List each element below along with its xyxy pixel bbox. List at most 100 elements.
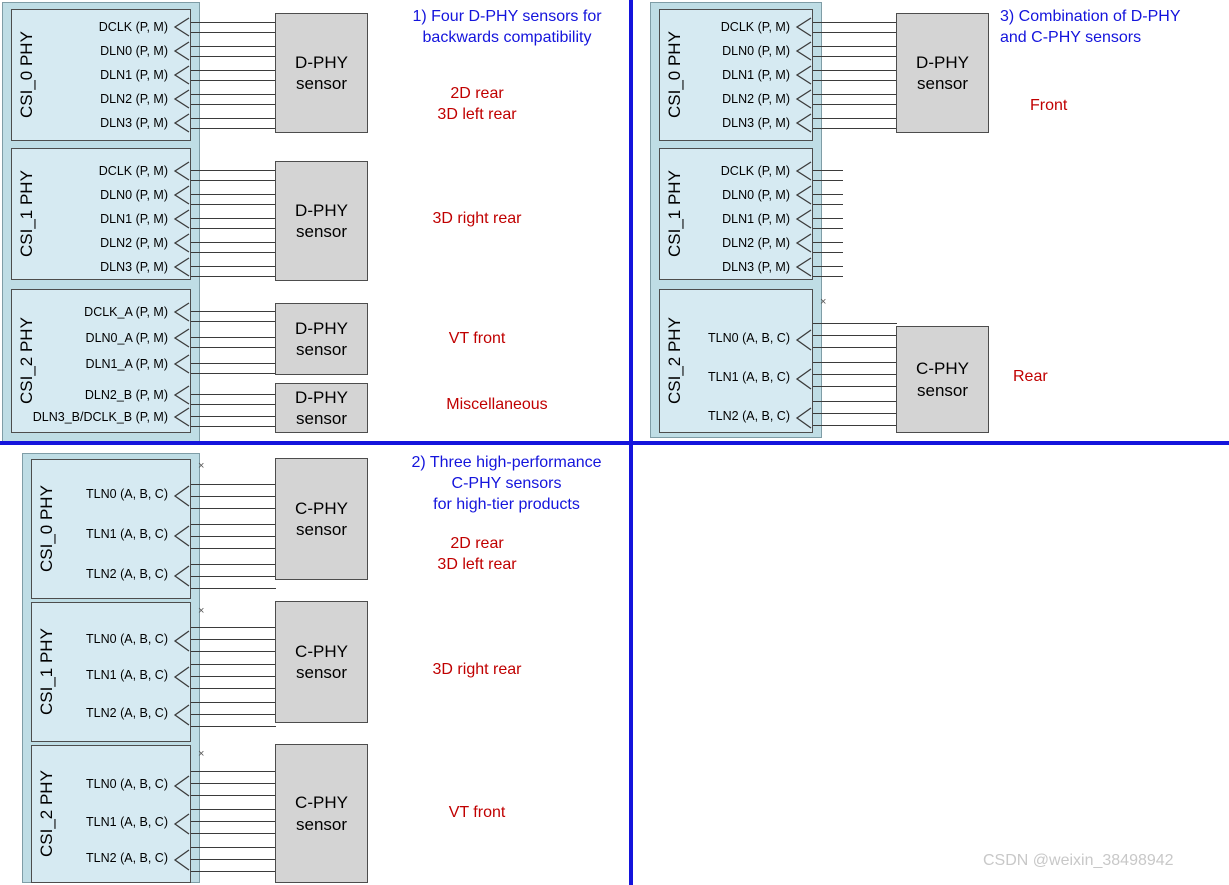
port-label: TLN1 (A, B, C)	[86, 526, 168, 541]
port-arrow-icon	[172, 160, 190, 182]
port-label: TLN1 (A, B, C)	[86, 667, 168, 682]
sensor-box-dphy[interactable]: D-PHY sensor	[275, 161, 368, 281]
port-label: DCLK (P, M)	[720, 163, 790, 178]
phy-block-r-csi1[interactable]: CSI_1 PHY DCLK (P, M) DLN0 (P, M) DLN1 (…	[659, 148, 813, 280]
port-arrow-icon	[794, 88, 812, 110]
port-label: DLN2 (P, M)	[100, 235, 168, 250]
wire	[191, 80, 276, 81]
wire	[191, 576, 276, 577]
port-label: TLN0 (A, B, C)	[708, 330, 790, 345]
wire-stub	[813, 276, 843, 277]
wire	[191, 508, 276, 509]
sensor-box-cphy[interactable]: C-PHY sensor	[896, 326, 989, 433]
wire	[813, 70, 897, 71]
phy-title: CSI_1 PHY	[665, 170, 684, 258]
wire	[191, 22, 276, 23]
wire-stub	[813, 170, 843, 171]
phy-block-tl-csi1[interactable]: CSI_1 PHY DCLK (P, M) DLN0 (P, M) DLN1 (…	[11, 148, 191, 280]
wire	[813, 46, 897, 47]
port-arrow-icon	[794, 184, 812, 206]
port-arrow-icon	[172, 301, 190, 323]
port-label: DLN1 (P, M)	[100, 67, 168, 82]
port-arrow-icon	[172, 773, 190, 797]
port-arrow-icon	[794, 208, 812, 230]
wire	[191, 771, 276, 772]
port-arrow-icon	[794, 16, 812, 38]
wire	[813, 80, 897, 81]
sensor-caption: VT front	[448, 330, 506, 347]
wire	[191, 204, 276, 205]
sensor-line-1: C-PHY	[916, 359, 969, 379]
sensor-line-2: sensor	[295, 340, 348, 359]
wire	[191, 228, 276, 229]
port-label: TLN0 (A, B, C)	[86, 486, 168, 501]
divider-vertical	[629, 0, 633, 885]
port-label: DLN0_A (P, M)	[85, 330, 168, 345]
wire	[191, 394, 276, 395]
phy-block-r-csi2[interactable]: CSI_2 PHY TLN0 (A, B, C) TLN1 (A, B, C) …	[659, 289, 813, 433]
wire	[813, 347, 897, 348]
wire	[813, 425, 897, 426]
port-arrow-icon	[172, 208, 190, 230]
sensor-line-2: sensor	[295, 222, 348, 241]
port-label: DLN3_B/DCLK_B (P, M)	[32, 409, 168, 424]
wire	[813, 118, 897, 119]
sensor-box-dphy[interactable]: D-PHY sensor	[275, 383, 368, 433]
wire-stub	[813, 252, 843, 253]
sensor-caption: Rear	[1013, 368, 1048, 385]
wire	[191, 871, 276, 872]
wire	[191, 548, 276, 549]
wire	[191, 32, 276, 33]
port-label: DLN2 (P, M)	[722, 235, 790, 250]
wire	[813, 401, 897, 402]
sensor-line-2: sensor	[295, 409, 348, 428]
sensor-box-cphy[interactable]: C-PHY sensor	[275, 744, 368, 883]
port-label: DLN0 (P, M)	[100, 43, 168, 58]
phy-block-bl-csi1[interactable]: CSI_1 PHY TLN0 (A, B, C) TLN1 (A, B, C) …	[31, 602, 191, 742]
port-arrow-icon	[794, 112, 812, 134]
wire	[191, 56, 276, 57]
port-label: TLN2 (A, B, C)	[86, 705, 168, 720]
port-arrow-icon	[172, 16, 190, 38]
port-label: DLN2 (P, M)	[722, 91, 790, 106]
phy-block-bl-csi0[interactable]: CSI_0 PHY TLN0 (A, B, C) TLN1 (A, B, C) …	[31, 459, 191, 599]
phy-block-tl-csi2[interactable]: CSI_2 PHY DCLK_A (P, M) DLN0_A (P, M) DL…	[11, 289, 191, 433]
phy-block-tl-csi0[interactable]: CSI_0 PHY DCLK (P, M) DLN0 (P, M) DLN1 (…	[11, 9, 191, 141]
sensor-line-1: D-PHY	[916, 52, 969, 72]
wire	[191, 564, 276, 565]
wire	[813, 94, 897, 95]
sensor-caption: Front	[1030, 97, 1068, 114]
port-label: DLN1 (P, M)	[722, 211, 790, 226]
port-arrow-icon	[172, 664, 190, 688]
phy-block-r-csi0[interactable]: CSI_0 PHY DCLK (P, M) DLN0 (P, M) DLN1 (…	[659, 9, 813, 141]
port-label: DLN1 (P, M)	[722, 67, 790, 82]
wire	[191, 416, 276, 417]
port-label: DLN2_B (P, M)	[84, 387, 168, 402]
quadrant-heading-2: 2) Three high-performance C-PHY sensors …	[411, 454, 602, 514]
phy-title: CSI_2 PHY	[665, 317, 684, 405]
sensor-box-dphy[interactable]: D-PHY sensor	[275, 13, 368, 133]
port-arrow-icon	[172, 811, 190, 835]
sensor-line-1: D-PHY	[295, 387, 348, 407]
port-arrow-icon	[794, 256, 812, 278]
phy-block-bl-csi2[interactable]: CSI_2 PHY TLN0 (A, B, C) TLN1 (A, B, C) …	[31, 745, 191, 883]
x-marker: ×	[198, 748, 205, 760]
sensor-line-1: D-PHY	[295, 52, 348, 72]
x-marker: ×	[820, 296, 827, 308]
wire	[191, 128, 276, 129]
wire-stub	[813, 194, 843, 195]
port-label: TLN1 (A, B, C)	[86, 814, 168, 829]
sensor-box-dphy[interactable]: D-PHY sensor	[896, 13, 989, 133]
wire	[191, 496, 276, 497]
port-arrow-icon	[172, 384, 190, 406]
sensor-caption: 2D rear 3D left rear	[437, 535, 517, 574]
port-label: TLN1 (A, B, C)	[708, 369, 790, 384]
wire	[191, 524, 276, 525]
wire	[191, 194, 276, 195]
sensor-box-dphy[interactable]: D-PHY sensor	[275, 303, 368, 375]
wire	[191, 588, 276, 589]
sensor-box-cphy[interactable]: C-PHY sensor	[275, 601, 368, 723]
phy-title: CSI_0 PHY	[37, 485, 56, 573]
sensor-box-cphy[interactable]: C-PHY sensor	[275, 458, 368, 580]
port-label: DLN2 (P, M)	[100, 91, 168, 106]
